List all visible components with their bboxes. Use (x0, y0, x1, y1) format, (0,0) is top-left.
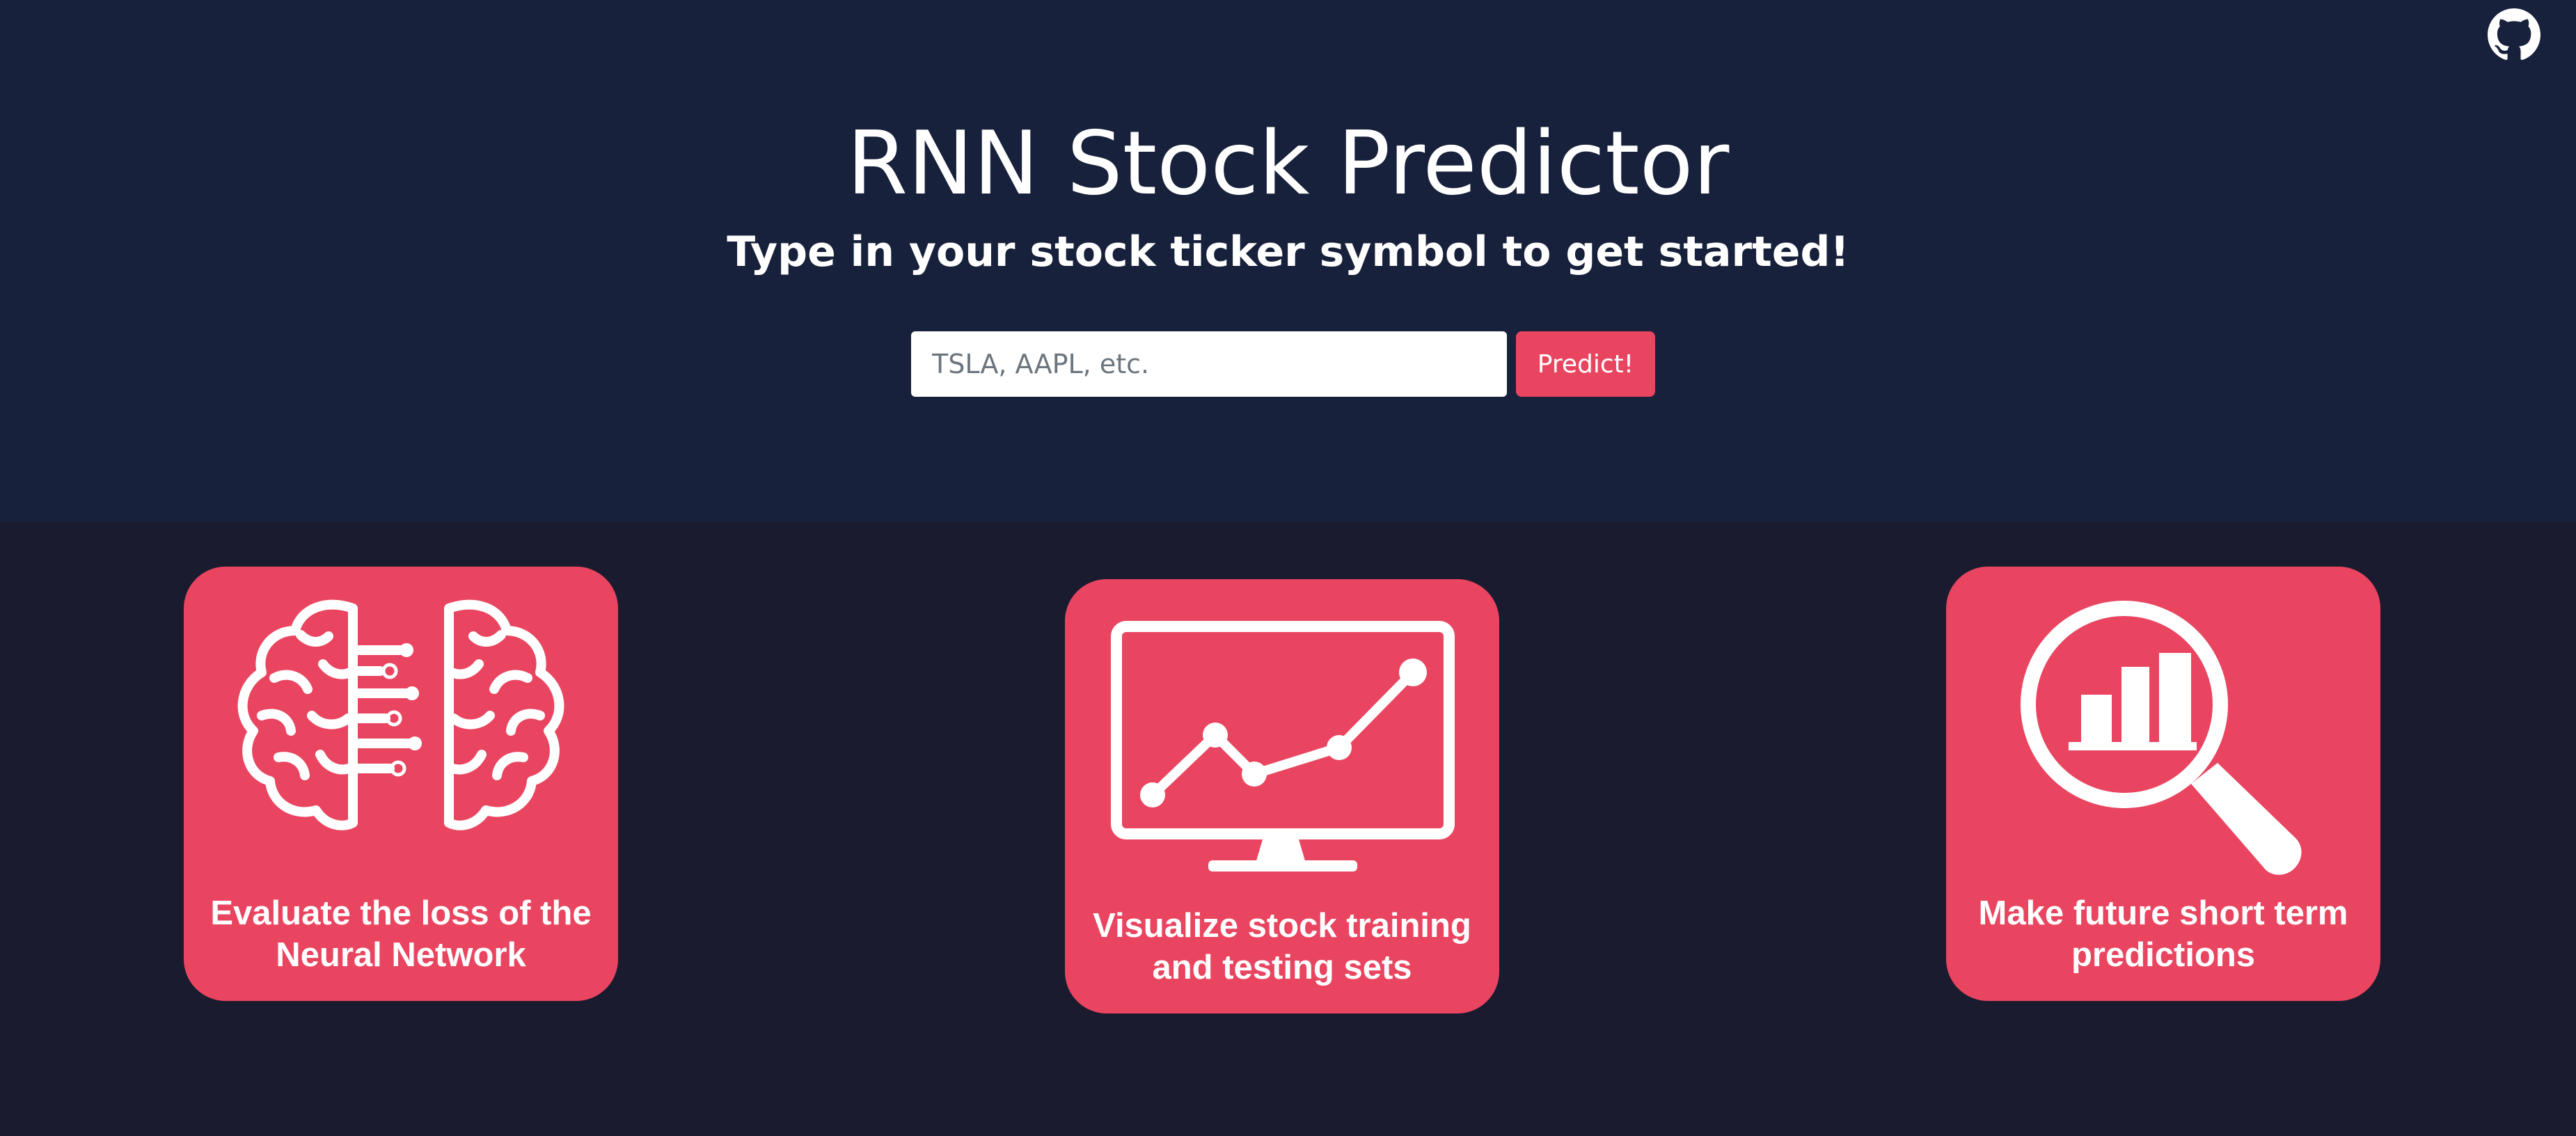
feature-caption: Make future short term predictions (1978, 894, 2348, 974)
page-subtitle: Type in your stock ticker symbol to get … (727, 228, 1849, 276)
github-icon[interactable] (2488, 8, 2541, 61)
ticker-search-input[interactable] (911, 331, 1507, 397)
hero-section: RNN Stock Predictor Type in your stock t… (0, 0, 2576, 522)
feature-caption: Evaluate the loss of the Neural Network (210, 894, 592, 974)
feature-card-visualize[interactable]: Visualize stock training and testing set… (1065, 579, 1499, 1013)
feature-card-predict[interactable]: Make future short term predictions (1946, 567, 2380, 1001)
feature-card-loss[interactable]: Evaluate the loss of the Neural Network (184, 567, 618, 1001)
feature-caption: Visualize stock training and testing set… (1093, 907, 1471, 986)
predict-button[interactable]: Predict! (1516, 331, 1655, 397)
page-title: RNN Stock Predictor (846, 112, 1730, 214)
github-icon-graphic (2488, 8, 2541, 61)
